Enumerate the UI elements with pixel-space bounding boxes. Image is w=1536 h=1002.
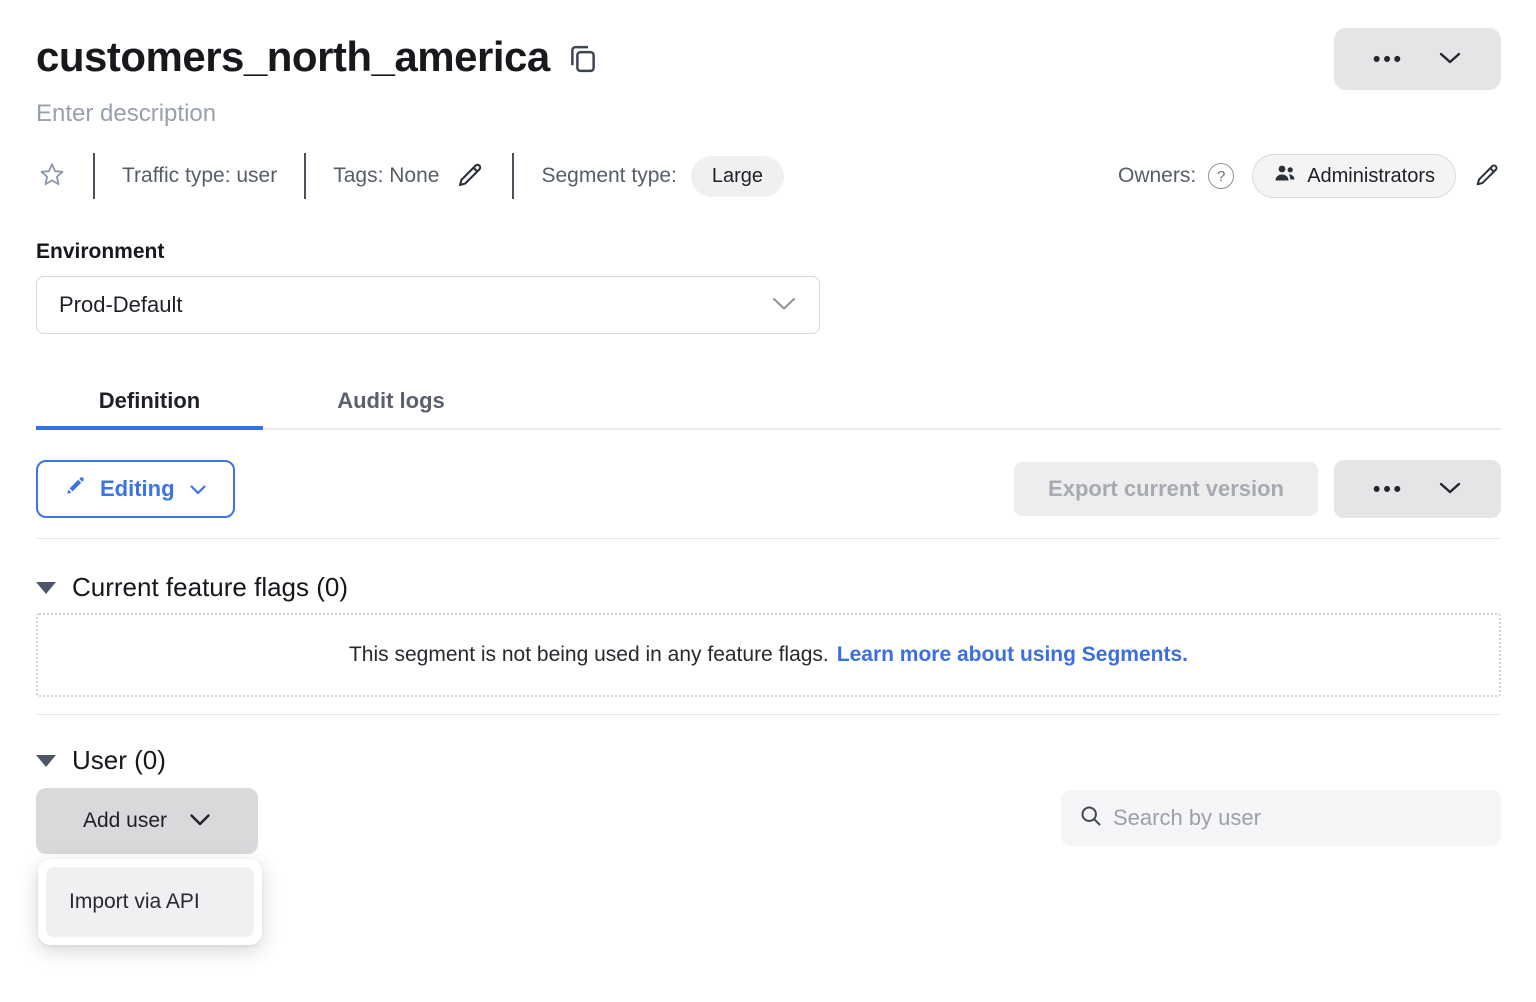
divider [93,153,95,199]
user-search-box [1061,790,1501,846]
ellipsis-icon: ••• [1373,49,1404,70]
segment-detail-page: customers_north_america ••• Enter descri… [0,26,1536,1002]
pencil-icon [455,160,485,193]
feature-flags-heading: Current feature flags (0) [72,572,348,603]
triangle-down-icon [36,582,56,594]
divider [36,714,1501,715]
editing-status-button[interactable]: Editing [36,460,235,518]
page-title: customers_north_america [36,26,550,88]
user-controls-row: Add user Import via API [36,788,1501,854]
tags-group: Tags: None [333,160,485,193]
divider [36,538,1501,539]
copy-name-button[interactable] [568,42,598,79]
owners-value: Administrators [1307,165,1435,188]
user-heading: User (0) [72,745,166,776]
description-field[interactable]: Enter description [36,100,1501,128]
owners-group: Owners: ? Administrators [1118,154,1501,198]
people-icon [1273,163,1297,189]
environment-select[interactable]: Prod-Default [36,276,820,334]
page-header: customers_north_america ••• [36,26,1501,88]
divider [304,153,306,199]
edit-owners-button[interactable] [1473,161,1501,192]
owners-chip: Administrators [1252,154,1456,198]
owners-label: Owners: [1118,164,1196,188]
copy-icon [568,42,598,79]
meta-row: Traffic type: user Tags: None Segment ty… [36,152,1501,200]
add-user-dropdown-wrap: Add user Import via API [36,788,258,854]
search-by-user-input[interactable] [1113,805,1483,831]
environment-section: Environment Prod-Default [36,240,1501,334]
chevron-down-icon [1438,51,1462,68]
add-user-dropdown-menu: Import via API [38,859,262,945]
editing-label: Editing [100,476,175,502]
ellipsis-icon: ••• [1373,479,1404,500]
feature-flags-section-toggle[interactable]: Current feature flags (0) [36,572,1501,603]
tab-bar: Definition Audit logs [36,374,1501,430]
pencil-icon [1473,161,1501,192]
star-icon [38,161,66,192]
feature-flags-empty-state: This segment is not being used in any fe… [36,613,1501,697]
chevron-down-icon [1438,481,1462,498]
environment-selected-value: Prod-Default [59,292,183,318]
segment-type-label: Segment type: [541,164,676,188]
learn-more-link[interactable]: Learn more about using Segments. [837,643,1188,667]
segment-type-badge: Large [691,156,784,197]
export-current-version-button[interactable]: Export current version [1014,462,1318,516]
chevron-down-icon [189,809,211,833]
favorite-button[interactable] [38,161,66,192]
toolbar-more-menu-button[interactable]: ••• [1334,460,1501,518]
user-section-toggle[interactable]: User (0) [36,745,1501,776]
search-icon [1079,804,1103,833]
triangle-down-icon [36,755,56,767]
environment-label: Environment [36,240,1501,264]
edit-tags-button[interactable] [455,160,485,193]
tab-definition[interactable]: Definition [36,374,263,428]
menu-item-import-via-api[interactable]: Import via API [46,867,254,937]
traffic-type-label: Traffic type: user [122,164,277,188]
divider [512,153,514,199]
header-more-menu-button[interactable]: ••• [1334,28,1501,90]
empty-state-message: This segment is not being used in any fe… [349,643,829,667]
segment-type-group: Segment type: Large [541,156,784,197]
tags-label: Tags: None [333,164,439,188]
definition-toolbar: Editing Export current version ••• [36,460,1501,518]
add-user-label: Add user [83,809,167,833]
chevron-down-icon [771,292,797,318]
add-user-button[interactable]: Add user [36,788,258,854]
help-icon[interactable]: ? [1208,163,1234,189]
pencil-icon [64,475,86,503]
tab-audit-logs[interactable]: Audit logs [293,374,489,428]
chevron-down-icon [189,476,207,502]
